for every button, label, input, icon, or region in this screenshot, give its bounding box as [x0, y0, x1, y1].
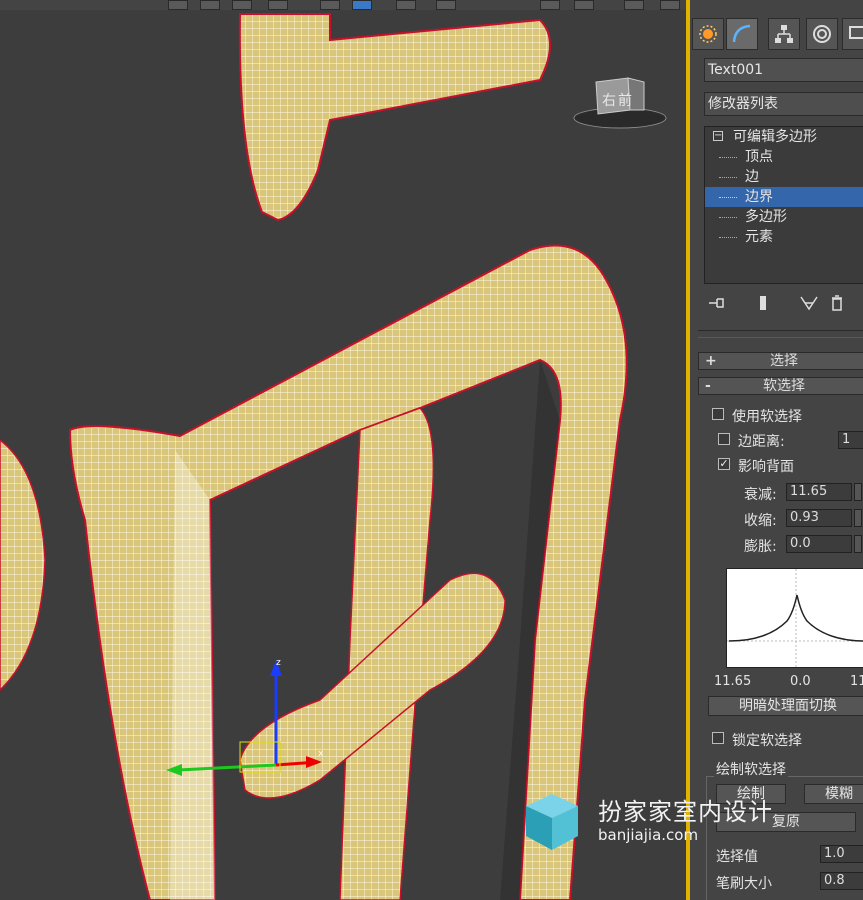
- make-unique-button[interactable]: [798, 292, 820, 314]
- falloff-label: 衰减:: [744, 487, 777, 503]
- edge-distance-checkbox[interactable]: [718, 433, 730, 445]
- tree-line: [719, 217, 737, 218]
- bubble-spinner[interactable]: [854, 535, 862, 553]
- stack-item-label: 元素: [745, 229, 773, 245]
- affect-backfacing-label: 影响背面: [738, 459, 794, 475]
- curve-tick-left: 11.65: [714, 674, 752, 689]
- stack-root[interactable]: − 可编辑多边形: [705, 127, 863, 147]
- mesh-render: z x: [0, 13, 628, 900]
- perspective-viewport[interactable]: z x 右前: [0, 10, 688, 900]
- display-tab[interactable]: [842, 18, 863, 50]
- modifier-stack[interactable]: − 可编辑多边形 顶点 边 边界 多边形 元素: [704, 126, 863, 284]
- toolbar-button[interactable]: [660, 0, 680, 10]
- stack-item-vertex[interactable]: 顶点: [705, 147, 863, 167]
- pinch-label: 收缩:: [744, 513, 777, 529]
- stack-root-label: 可编辑多边形: [733, 129, 817, 145]
- toolbar-button[interactable]: [168, 0, 188, 10]
- brush-size-input[interactable]: 0.8: [820, 872, 863, 890]
- toolbar-button[interactable]: [200, 0, 220, 10]
- edge-distance-label: 边距离:: [738, 434, 785, 450]
- lock-soft-selection-label: 锁定软选择: [732, 733, 802, 749]
- create-icon: [699, 25, 717, 43]
- falloff-curve-graph: [726, 568, 863, 668]
- tree-line: [719, 157, 737, 158]
- create-tab[interactable]: [692, 18, 724, 50]
- tree-line: [719, 197, 737, 198]
- object-name-field[interactable]: Text001: [704, 58, 863, 82]
- stack-item-label: 顶点: [745, 149, 773, 165]
- affect-backfacing-checkbox[interactable]: ✓: [718, 458, 730, 470]
- display-icon: [849, 26, 863, 39]
- falloff-spinner[interactable]: [854, 483, 862, 501]
- motion-tab[interactable]: [806, 18, 838, 50]
- svg-text:x: x: [318, 749, 324, 759]
- rollout-title: 选择: [770, 353, 798, 369]
- watermark: 扮家家室内设计 banjiajia.com: [520, 792, 810, 852]
- watermark-text: 扮家家室内设计: [598, 798, 773, 826]
- separator: [698, 330, 863, 338]
- toolbar-button[interactable]: [540, 0, 560, 10]
- pin-icon: [709, 298, 724, 308]
- curve-tick-center: 0.0: [790, 674, 811, 689]
- hierarchy-tab[interactable]: [768, 18, 800, 50]
- show-end-result-button[interactable]: [752, 292, 774, 314]
- toolbar-button-active[interactable]: [352, 0, 372, 10]
- stack-item-label: 边界: [745, 189, 773, 205]
- curve-tick-right: 11: [850, 674, 863, 689]
- use-soft-selection-label: 使用软选择: [732, 409, 802, 425]
- pin-stack-button[interactable]: [706, 292, 728, 314]
- remove-modifier-button[interactable]: [826, 292, 848, 314]
- modifier-list-dropdown[interactable]: 修改器列表: [704, 92, 863, 116]
- trash-icon: [832, 295, 842, 311]
- watermark-url: banjiajia.com: [598, 826, 699, 844]
- toolbar-button[interactable]: [624, 0, 644, 10]
- falloff-input[interactable]: 11.65: [786, 483, 852, 501]
- toolbar-button[interactable]: [320, 0, 340, 10]
- stack-item-label: 边: [745, 169, 759, 185]
- edge-distance-input[interactable]: 1: [838, 431, 863, 449]
- stack-item-element[interactable]: 元素: [705, 227, 863, 247]
- paint-group-title: 绘制软选择: [714, 759, 788, 779]
- stack-item-label: 多边形: [745, 209, 787, 225]
- toolbar-button[interactable]: [574, 0, 594, 10]
- viewcube-label: 右前: [602, 93, 634, 109]
- collapse-icon[interactable]: −: [713, 131, 723, 141]
- modify-icon: [732, 24, 751, 43]
- svg-text:z: z: [276, 658, 281, 668]
- stack-item-border[interactable]: 边界: [705, 187, 863, 207]
- soft-selection-rollout-header[interactable]: - 软选择: [698, 377, 863, 395]
- make-unique-icon: [800, 296, 818, 311]
- pinch-spinner[interactable]: [854, 509, 862, 527]
- rollout-title: 软选择: [763, 378, 805, 394]
- lock-soft-selection-checkbox[interactable]: [712, 732, 724, 744]
- command-panel: Text001 修改器列表 − 可编辑多边形 顶点 边 边界 多边形 元素 + …: [690, 0, 863, 900]
- pinch-input[interactable]: 0.93: [786, 509, 852, 527]
- watermark-logo-icon: [526, 794, 578, 850]
- stack-item-polygon[interactable]: 多边形: [705, 207, 863, 227]
- motion-icon: [813, 25, 831, 43]
- bubble-label: 膨胀:: [744, 539, 777, 555]
- bubble-input[interactable]: 0.0: [786, 535, 852, 553]
- toolbar-button[interactable]: [436, 0, 456, 10]
- toolbar-button[interactable]: [396, 0, 416, 10]
- tree-line: [719, 237, 737, 238]
- stack-item-edge[interactable]: 边: [705, 167, 863, 187]
- use-soft-selection-checkbox[interactable]: [712, 408, 724, 420]
- brush-size-label: 笔刷大小: [716, 876, 772, 892]
- toolbar-button[interactable]: [268, 0, 288, 10]
- selection-value-input[interactable]: 1.0: [820, 845, 863, 863]
- shaded-face-toggle-button[interactable]: 明暗处理面切换: [708, 696, 863, 716]
- end-result-icon: [760, 296, 766, 310]
- toolbar-button[interactable]: [232, 0, 252, 10]
- viewcube[interactable]: 右前: [572, 76, 668, 132]
- hierarchy-icon: [775, 25, 793, 43]
- selection-rollout-header[interactable]: + 选择: [698, 352, 863, 370]
- tree-line: [719, 177, 737, 178]
- blur-button[interactable]: 模糊: [804, 784, 863, 804]
- modify-tab[interactable]: [726, 18, 758, 50]
